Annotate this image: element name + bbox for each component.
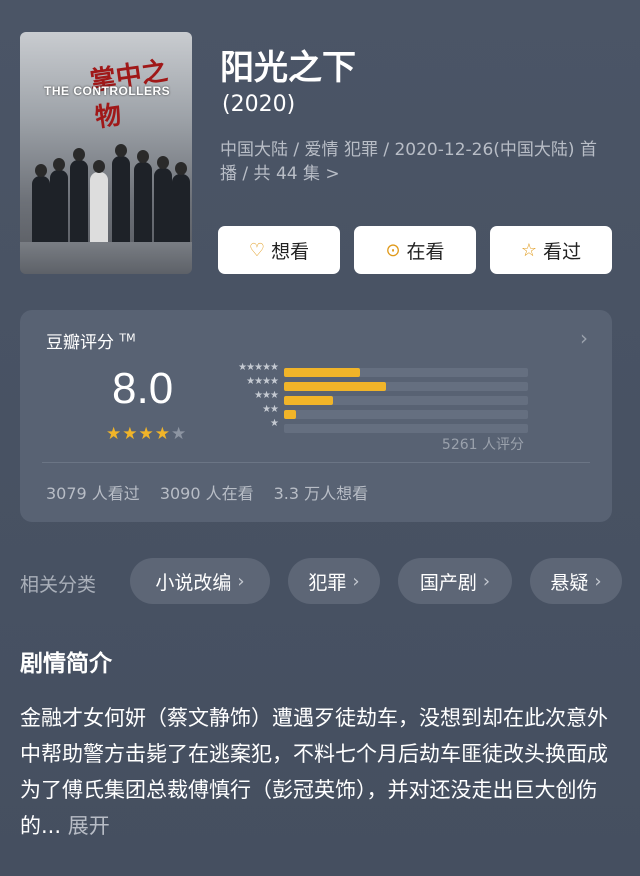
distribution-stars: ★★★★★ <box>238 362 279 373</box>
chevron-right-icon[interactable]: › <box>580 326 588 350</box>
want-label: 想看 <box>271 240 310 263</box>
stat-watched[interactable]: 3079 人看过 <box>46 480 140 504</box>
rating-stars: ★★★★★ <box>106 424 187 444</box>
watched-button[interactable]: ☆ 看过 <box>490 226 612 274</box>
distribution-row: ★★ <box>212 404 532 420</box>
poster-cast-figures <box>28 128 190 246</box>
watching-label: 在看 <box>406 240 445 263</box>
distribution-track <box>284 396 528 405</box>
star-filled-icon: ★ <box>154 424 171 444</box>
distribution-stars: ★ <box>270 418 279 429</box>
stat-watching[interactable]: 3090 人在看 <box>160 480 254 504</box>
distribution-stars: ★★★★ <box>246 376 279 387</box>
chevron-right-icon: › <box>482 570 491 592</box>
rating-count: 5261 人评分 <box>441 437 524 453</box>
rating-label: 豆瓣评分 TM <box>46 331 136 353</box>
star-icon: ☆ <box>520 239 538 261</box>
distribution-row: ★★★ <box>212 390 532 406</box>
heart-plus-icon: ♡ <box>248 239 266 261</box>
chevron-right-icon: › <box>237 570 245 592</box>
synopsis-title: 剧情简介 <box>20 651 112 677</box>
distribution-track <box>284 424 528 433</box>
stat-wanted[interactable]: 3.3 万人想看 <box>274 480 369 504</box>
distribution-bar <box>284 410 297 419</box>
distribution-row: ★ <box>212 418 532 434</box>
rating-distribution: ★★★★★ ★★★★ ★★★ ★★ ★ <box>212 362 532 434</box>
category-chip[interactable]: 小说改编 › <box>130 558 270 604</box>
divider <box>42 462 590 463</box>
related-label: 相关分类 <box>20 574 97 596</box>
distribution-bar <box>284 396 333 405</box>
rating-card[interactable]: 豆瓣评分 TM › 8.0 ★★★★★ ★★★★★ ★★★★ ★★★ ★★ ★ 5261… <box>20 310 612 522</box>
star-filled-icon: ★ <box>106 424 123 444</box>
poster-image[interactable]: 掌中之物 THE CONTROLLERS <box>20 32 192 274</box>
rating-score: 8.0 <box>112 364 174 413</box>
distribution-track <box>284 368 528 377</box>
category-chip[interactable]: 悬疑 › <box>530 558 622 604</box>
chevron-right-icon: › <box>594 570 602 592</box>
synopsis-text: 金融才女何妍（蔡文静饰）遭遇歹徒劫车，没想到却在此次意外中帮助警方击毙了在逃案犯… <box>20 706 608 838</box>
distribution-stars: ★★★ <box>254 390 279 401</box>
distribution-track <box>284 410 528 419</box>
rating-stats: 3079 人看过 3090 人在看 3.3 万人想看 <box>46 480 368 504</box>
show-year: (2020) <box>222 92 296 117</box>
expand-link[interactable]: 展开 <box>68 814 110 838</box>
distribution-bar <box>284 368 360 377</box>
show-title: 阳光之下 <box>220 48 356 88</box>
poster-floor <box>20 242 192 274</box>
distribution-track <box>284 382 528 391</box>
want-to-watch-button[interactable]: ♡ 想看 <box>218 226 340 274</box>
poster-en-title: THE CONTROLLERS <box>44 84 171 98</box>
category-chip[interactable]: 国产剧 › <box>398 558 512 604</box>
star-filled-icon: ★ <box>122 424 139 444</box>
watched-label: 看过 <box>543 240 582 263</box>
distribution-stars: ★★ <box>262 404 279 415</box>
chevron-right-icon: › <box>352 570 360 592</box>
distribution-bar <box>284 382 387 391</box>
star-filled-icon: ★ <box>138 424 155 444</box>
eye-icon: ⊙ <box>385 239 401 261</box>
category-chip[interactable]: 犯罪 › <box>288 558 380 604</box>
star-empty-icon: ★ <box>171 424 188 444</box>
show-meta-link[interactable]: 中国大陆 / 爱情 犯罪 / 2020-12-26(中国大陆) 首播 / 共 4… <box>220 138 600 186</box>
watching-button[interactable]: ⊙ 在看 <box>354 226 476 274</box>
